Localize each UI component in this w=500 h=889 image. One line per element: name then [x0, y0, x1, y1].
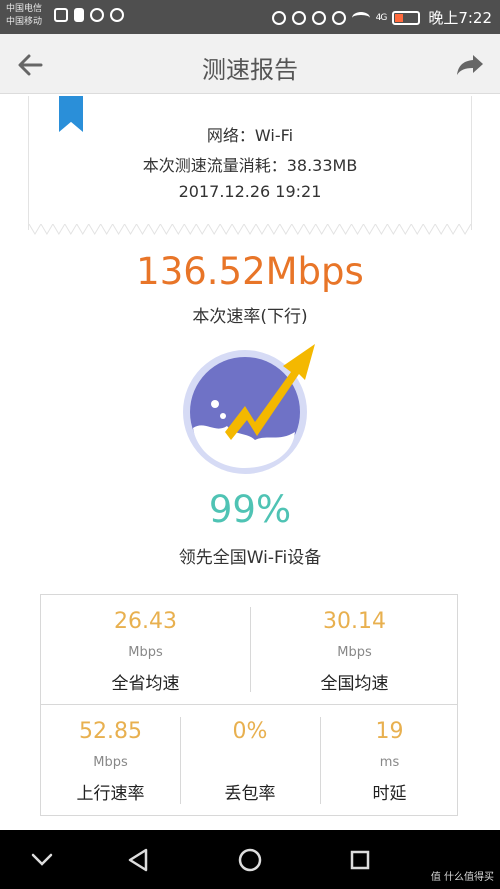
- stat-label: 上行速率: [76, 784, 145, 804]
- stat-latency: 19 ms 时延: [320, 705, 459, 816]
- page-title: 测速报告: [202, 56, 298, 84]
- chat-icon: [90, 8, 104, 22]
- nav-recents-button[interactable]: [344, 844, 376, 876]
- test-datetime: 2017.12.26 19:21: [178, 182, 322, 201]
- stat-label: 时延: [372, 784, 407, 804]
- triangle-back-icon: [128, 848, 148, 872]
- stats-row-details: 52.85 Mbps 上行速率 0% 丢包率 19 ms 时延: [41, 705, 457, 816]
- ranking-percent: 99%: [208, 488, 292, 531]
- data-saver-icon: [271, 10, 286, 25]
- system-icons: 4G 晚上7:22: [271, 7, 492, 28]
- stat-unit: Mbps: [337, 645, 372, 660]
- signal-label: 4G: [375, 12, 388, 23]
- stat-unit: Mbps: [93, 755, 128, 770]
- carrier-info: 中国电信 中国移动: [6, 3, 42, 29]
- stat-value: 30.14: [323, 609, 386, 634]
- stat-province-average: 26.43 Mbps 全省均速: [41, 595, 250, 704]
- stat-packet-loss: 0% 丢包率: [180, 705, 320, 816]
- system-navigation-bar: 值 什么值得买: [0, 830, 500, 889]
- stat-national-average: 30.14 Mbps 全国均速: [250, 595, 459, 704]
- stat-value: 0%: [232, 719, 268, 744]
- stat-unit: ms: [379, 755, 400, 770]
- nav-back-button[interactable]: [122, 844, 154, 876]
- sim-icon: [74, 8, 84, 22]
- ticket-zigzag-edge: [29, 224, 471, 235]
- watermark: 值 什么值得买: [430, 872, 494, 883]
- share-icon: [457, 55, 483, 75]
- speed-rocket-icon: [183, 344, 315, 474]
- battery-icon: [392, 10, 421, 25]
- stat-upload-speed: 52.85 Mbps 上行速率: [41, 705, 180, 816]
- stat-label: 丢包率: [224, 784, 276, 804]
- result-ticket: 网络：Wi-Fi 本次测速流量消耗：38.33MB 2017.12.26 19:…: [28, 96, 472, 235]
- nav-home-button[interactable]: [234, 844, 266, 876]
- stat-unit: Mbps: [128, 645, 163, 660]
- eye-icon: [331, 10, 346, 25]
- carrier-line-1: 中国电信: [6, 4, 43, 14]
- download-speed-label: 本次速率(下行): [192, 307, 308, 327]
- stat-label: 全省均速: [111, 674, 180, 694]
- key-icon: [110, 8, 124, 22]
- stat-label: 全国均速: [320, 674, 389, 694]
- network-type: 网络：Wi-Fi: [206, 126, 294, 145]
- traffic-usage: 本次测速流量消耗：38.33MB: [142, 156, 358, 175]
- app-notification-icon: [54, 8, 68, 22]
- stat-value: 19: [375, 719, 404, 744]
- circle-home-icon: [238, 848, 262, 872]
- location-icon: [291, 10, 306, 25]
- carrier-line-2: 中国移动: [6, 17, 43, 27]
- hide-nav-button[interactable]: [26, 844, 58, 876]
- app-bar: 测速报告: [0, 34, 500, 94]
- stats-grid: 26.43 Mbps 全省均速 30.14 Mbps 全国均速 52.85 Mb…: [40, 594, 458, 816]
- stat-value: 26.43: [114, 609, 177, 634]
- stats-row-averages: 26.43 Mbps 全省均速 30.14 Mbps 全国均速: [41, 595, 457, 705]
- chevron-down-icon: [31, 853, 53, 866]
- stat-value: 52.85: [79, 719, 142, 744]
- square-recents-icon: [350, 850, 370, 870]
- notification-icons: [54, 8, 124, 22]
- alarm-icon: [311, 10, 326, 25]
- clock: 晚上7:22: [428, 9, 492, 27]
- share-button[interactable]: [452, 47, 488, 83]
- wifi-icon: [351, 11, 370, 24]
- ranking-label: 领先全国Wi-Fi设备: [178, 548, 322, 568]
- status-bar: 中国电信 中国移动 4G 晚上7:22: [0, 0, 500, 34]
- download-speed-value: 136.52Mbps: [136, 250, 364, 293]
